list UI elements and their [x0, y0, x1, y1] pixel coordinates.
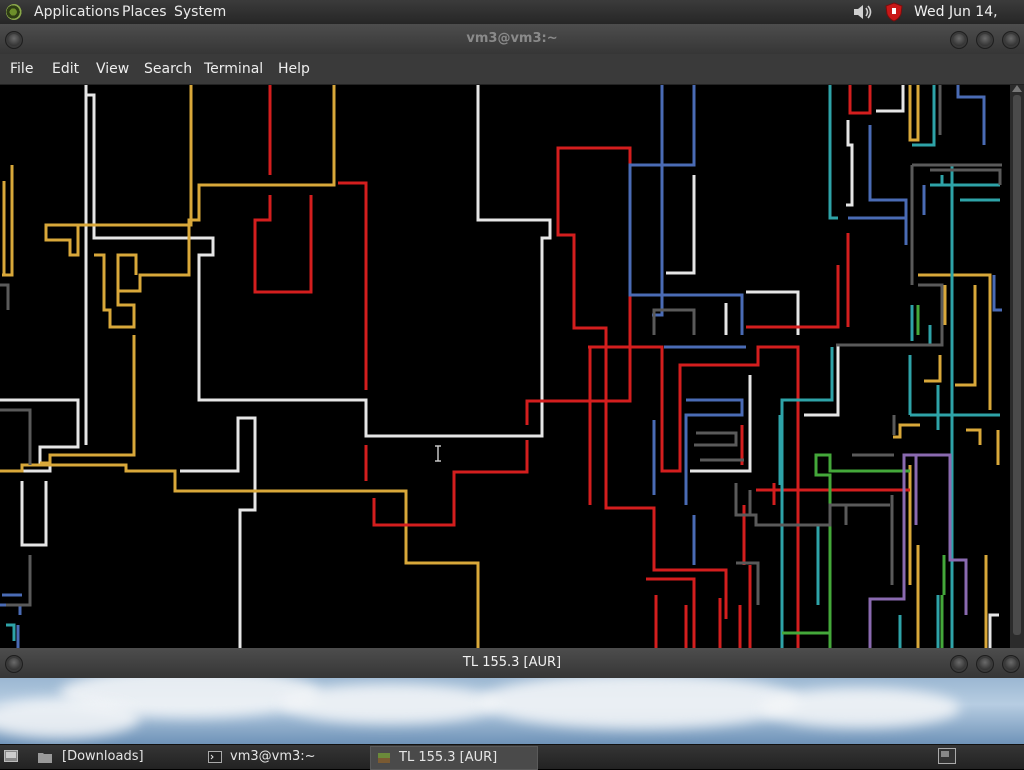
- maximize-button[interactable]: [976, 31, 994, 49]
- menu-edit[interactable]: Edit: [52, 54, 79, 84]
- pipes-animation: [0, 85, 1002, 648]
- close-button[interactable]: [1002, 655, 1020, 673]
- system-menu[interactable]: System: [174, 0, 226, 24]
- menu-file[interactable]: File: [10, 54, 33, 84]
- taskbar-item-downloads[interactable]: [Downloads]: [26, 746, 196, 768]
- menu-view[interactable]: View: [96, 54, 129, 84]
- maximize-button[interactable]: [976, 655, 994, 673]
- minimize-button[interactable]: [950, 655, 968, 673]
- terminal-output-area[interactable]: [0, 85, 1010, 648]
- menu-terminal[interactable]: Terminal: [204, 54, 263, 84]
- taskbar-item-label: [Downloads]: [62, 749, 144, 764]
- tl-window-title-bar[interactable]: TL 155.3 [AUR]: [0, 648, 1024, 678]
- scroll-up-arrow-icon[interactable]: [1012, 85, 1022, 92]
- taskbar-item-label: vm3@vm3:~: [230, 749, 316, 764]
- taskbar-item-terminal[interactable]: vm3@vm3:~: [196, 746, 368, 768]
- menu-help[interactable]: Help: [278, 54, 310, 84]
- tl-game-view[interactable]: [0, 678, 1024, 744]
- taskbar-item-tl[interactable]: TL 155.3 [AUR]: [370, 746, 538, 770]
- folder-icon: [38, 753, 52, 763]
- terminal-window-title: vm3@vm3:~: [466, 31, 558, 46]
- tl-window-title: TL 155.3 [AUR]: [462, 655, 562, 670]
- clock[interactable]: Wed Jun 14, 05:31: [914, 0, 1024, 44]
- terminal-scrollbar[interactable]: [1010, 85, 1024, 648]
- top-panel: Applications Places System Wed Jun 14, 0…: [0, 0, 1024, 44]
- bottom-panel: [Downloads] vm3@vm3:~ TL 155.3 [AUR]: [0, 744, 1024, 770]
- menu-search[interactable]: Search: [144, 54, 192, 84]
- shield-icon[interactable]: [884, 2, 904, 22]
- applications-menu[interactable]: Applications: [34, 0, 120, 24]
- workspace-icon[interactable]: [938, 748, 956, 764]
- places-menu[interactable]: Places: [122, 0, 167, 24]
- terminal-menu-bar: File Edit View Search Terminal Help: [0, 54, 1024, 85]
- game-block-icon: [378, 753, 390, 763]
- distro-icon[interactable]: [6, 4, 22, 20]
- scrollbar-thumb[interactable]: [1013, 95, 1021, 635]
- minimize-button[interactable]: [950, 31, 968, 49]
- close-button[interactable]: [1002, 31, 1020, 49]
- text-cursor-icon: [435, 445, 441, 462]
- terminal-icon: [208, 751, 222, 763]
- speaker-icon[interactable]: [852, 3, 874, 21]
- terminal-title-bar[interactable]: vm3@vm3:~: [0, 24, 1024, 54]
- show-desktop-icon[interactable]: [4, 750, 18, 762]
- taskbar-item-label: TL 155.3 [AUR]: [399, 750, 498, 765]
